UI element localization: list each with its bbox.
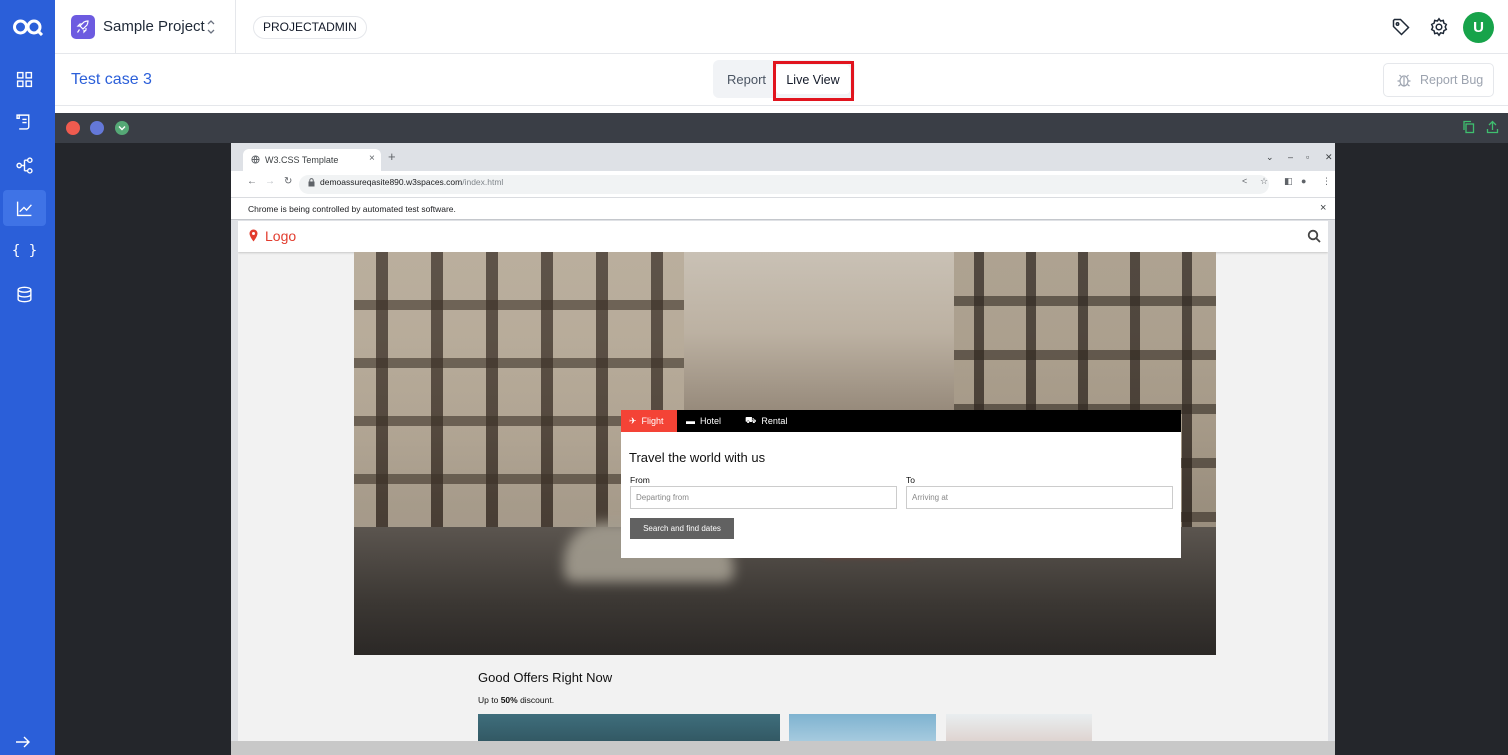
- scroll-icon: [16, 113, 30, 130]
- chevron-down-icon: [118, 126, 126, 131]
- car-icon: ⛟: [745, 415, 757, 425]
- remote-browser: W3.CSS Template × + ⌄ – ▫ ✕ ← → ↻ demoas…: [231, 143, 1335, 755]
- bug-icon: [1397, 74, 1411, 87]
- top-bar: Sample Project PROJECTADMIN U: [55, 0, 1508, 54]
- browser-tab-title: W3.CSS Template: [265, 155, 339, 165]
- tab-rental[interactable]: ⛟ Rental: [737, 410, 795, 432]
- page-title: Test case 3: [71, 71, 152, 88]
- window-close-icon[interactable]: ✕: [1325, 152, 1333, 163]
- automation-infobar: Chrome is being controlled by automated …: [231, 197, 1335, 220]
- flow-icon: [16, 156, 33, 174]
- live-view-header: [55, 113, 1508, 143]
- to-label: To: [906, 475, 915, 485]
- sidebar-item-test-cases[interactable]: [3, 103, 46, 139]
- reload-icon[interactable]: ↻: [284, 176, 292, 187]
- booking-tabs: ✈ Flight ▬ Hotel ⛟ Rental: [621, 410, 1181, 432]
- sidebar-item-variables[interactable]: { }: [3, 233, 46, 269]
- highlight-box: [773, 61, 854, 101]
- tab-flight-label: Flight: [641, 416, 664, 426]
- to-input[interactable]: Arriving at: [906, 486, 1173, 509]
- lock-icon: [308, 178, 315, 187]
- offers-sub-prefix: Up to: [478, 695, 501, 705]
- booking-title: Travel the world with us: [629, 450, 766, 465]
- browser-bottom-edge: [231, 741, 1335, 755]
- site-navbar: Logo: [238, 221, 1328, 252]
- tab-flight[interactable]: ✈ Flight: [621, 410, 677, 432]
- sidebar: { }: [0, 0, 55, 755]
- oq-logo[interactable]: [0, 0, 55, 54]
- sidebar-item-flows[interactable]: [3, 147, 46, 183]
- rocket-icon: [71, 15, 95, 39]
- search-icon[interactable]: [1307, 229, 1321, 243]
- tab-hotel[interactable]: ▬ Hotel: [678, 410, 729, 432]
- forward-icon[interactable]: →: [265, 176, 275, 187]
- infobar-text: Chrome is being controlled by automated …: [248, 204, 456, 214]
- upload-icon[interactable]: [1486, 120, 1499, 134]
- hero-image: ✈ Flight ▬ Hotel ⛟ Rental Travel the wor…: [354, 252, 1216, 655]
- map-pin-icon: [249, 229, 258, 242]
- minimize-dot[interactable]: [90, 121, 104, 135]
- report-bug-button[interactable]: Report Bug: [1383, 63, 1494, 97]
- tab-report[interactable]: Report: [727, 72, 766, 87]
- infobar-close-icon[interactable]: ×: [1320, 202, 1326, 214]
- plane-icon: ✈: [629, 415, 637, 426]
- browser-tab-strip: W3.CSS Template × + ⌄ – ▫ ✕: [231, 143, 1335, 171]
- grid-icon: [16, 71, 33, 87]
- copy-icon[interactable]: [1462, 120, 1475, 134]
- expand-dot[interactable]: [115, 121, 129, 135]
- tag-icon[interactable]: [1391, 17, 1411, 37]
- back-icon[interactable]: ←: [247, 176, 257, 187]
- divider: [235, 0, 236, 54]
- avatar[interactable]: U: [1463, 12, 1494, 43]
- chart-line-icon: [16, 201, 32, 216]
- star-icon[interactable]: ☆: [1260, 176, 1268, 187]
- menu-icon[interactable]: ⋮: [1322, 176, 1331, 187]
- offers-title: Good Offers Right Now: [478, 670, 613, 685]
- url-host: demoassureqasite890.w3spaces.com: [320, 177, 463, 187]
- globe-icon: [251, 155, 260, 164]
- database-icon: [17, 286, 32, 302]
- offers-discount: 50%: [500, 695, 518, 705]
- sidebar-item-reports[interactable]: [3, 190, 46, 226]
- offers-subtitle: Up to 50% discount.: [478, 695, 554, 705]
- bed-icon: ▬: [686, 416, 695, 426]
- share-icon[interactable]: <: [1242, 176, 1247, 186]
- profile-icon[interactable]: ●: [1301, 176, 1306, 186]
- logo-icon: [12, 19, 43, 36]
- gear-icon[interactable]: [1429, 17, 1449, 37]
- close-dot[interactable]: [66, 121, 80, 135]
- chevron-up-down-icon[interactable]: [205, 17, 217, 37]
- web-page: Logo ✈ Flight ▬ Hotel ⛟ Rental Travel th…: [238, 221, 1328, 755]
- side-panel-icon[interactable]: ◧: [1284, 176, 1293, 187]
- tab-hotel-label: Hotel: [700, 416, 722, 426]
- url-text: demoassureqasite890.w3spaces.com/index.h…: [320, 177, 503, 187]
- booking-panel: ✈ Flight ▬ Hotel ⛟ Rental Travel the wor…: [621, 410, 1181, 558]
- browser-tab[interactable]: W3.CSS Template ×: [243, 149, 381, 171]
- tab-close-icon[interactable]: ×: [369, 153, 375, 164]
- search-dates-button[interactable]: Search and find dates: [630, 518, 734, 539]
- arrow-right-icon[interactable]: [14, 734, 32, 750]
- project-name[interactable]: Sample Project: [103, 18, 205, 35]
- offers-sub-suffix: discount.: [517, 695, 555, 705]
- role-badge: PROJECTADMIN: [253, 16, 367, 39]
- maximize-icon[interactable]: ▫: [1306, 152, 1309, 162]
- from-input[interactable]: Departing from: [630, 486, 897, 509]
- tab-search-icon[interactable]: ⌄: [1266, 152, 1274, 163]
- sidebar-item-data[interactable]: [3, 276, 46, 312]
- minimize-icon[interactable]: –: [1288, 152, 1293, 162]
- sidebar-item-dashboard[interactable]: [3, 61, 46, 97]
- url-path: /index.html: [462, 177, 504, 187]
- new-tab-icon[interactable]: +: [388, 150, 396, 163]
- site-logo[interactable]: Logo: [265, 228, 296, 244]
- from-label: From: [630, 475, 650, 485]
- report-bug-label: Report Bug: [1420, 73, 1484, 87]
- tab-rental-label: Rental: [761, 416, 788, 426]
- braces-icon: { }: [11, 243, 38, 259]
